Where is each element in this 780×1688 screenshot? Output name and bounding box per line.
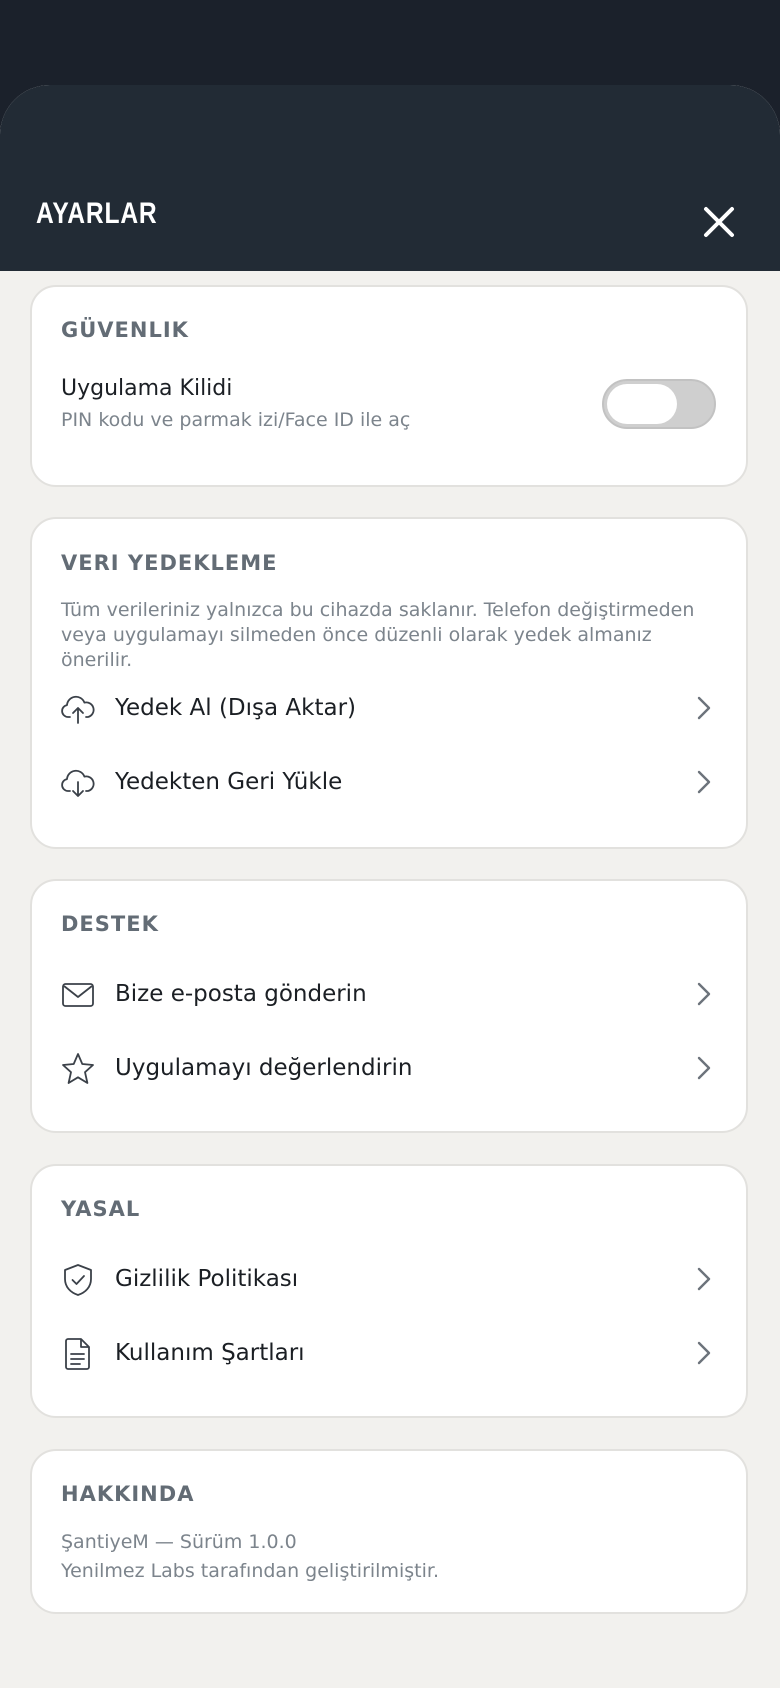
cloud-upload-icon [60,691,96,727]
support-card: DESTEK Bize e-posta gönderin Uygulamayı … [30,879,748,1133]
cloud-download-icon [60,765,96,801]
settings-sheet: AYARLAR GÜVENLIK Uygulama Kilidi PIN kod… [0,85,780,1688]
rate-app-label: Uygulamayı değerlendirin [115,1055,413,1081]
privacy-policy-label: Gizlilik Politikası [115,1266,299,1292]
security-card: GÜVENLIK Uygulama Kilidi PIN kodu ve par… [30,285,748,487]
chevron-right-icon [692,1339,716,1367]
legal-card: YASAL Gizlilik Politikası Kullanım Şartl… [30,1164,748,1418]
backup-restore-row[interactable]: Yedekten Geri Yükle [32,748,746,818]
about-card: HAKKINDA ŞantiyeM — Sürüm 1.0.0 Yenilmez… [30,1449,748,1614]
terms-of-use-label: Kullanım Şartları [115,1340,305,1366]
mail-icon [60,977,96,1013]
settings-header: AYARLAR [0,85,780,271]
terms-of-use-row[interactable]: Kullanım Şartları [32,1319,746,1389]
developer-credit: Yenilmez Labs tarafından geliştirilmişti… [61,1560,439,1582]
privacy-policy-row[interactable]: Gizlilik Politikası [32,1245,746,1315]
app-lock-toggle[interactable] [602,379,716,429]
section-title-backup: VERI YEDEKLEME [61,551,278,575]
email-support-row[interactable]: Bize e-posta gönderin [32,960,746,1030]
close-button[interactable] [698,201,740,243]
section-title-about: HAKKINDA [61,1482,195,1506]
close-icon [704,207,734,237]
rate-app-row[interactable]: Uygulamayı değerlendirin [32,1034,746,1104]
chevron-right-icon [692,768,716,796]
section-title-security: GÜVENLIK [61,318,189,342]
star-icon [60,1051,96,1087]
backup-description: Tüm verileriniz yalnızca bu cihazda sakl… [61,599,695,671]
app-version: ŞantiyeM — Sürüm 1.0.0 [61,1531,297,1553]
section-title-legal: YASAL [61,1197,141,1221]
backup-card: VERI YEDEKLEME Tüm verileriniz yalnızca … [30,517,748,849]
shield-check-icon [60,1262,96,1298]
chevron-right-icon [692,980,716,1008]
backup-export-row[interactable]: Yedek Al (Dışa Aktar) [32,674,746,744]
email-support-label: Bize e-posta gönderin [115,981,367,1007]
toggle-knob [607,384,677,424]
backup-restore-label: Yedekten Geri Yükle [115,769,343,795]
chevron-right-icon [692,694,716,722]
chevron-right-icon [692,1265,716,1293]
section-title-support: DESTEK [61,912,159,936]
document-icon [60,1336,96,1372]
page-title: AYARLAR [36,197,158,230]
app-lock-label: Uygulama Kilidi [61,376,233,401]
chevron-right-icon [692,1054,716,1082]
backup-export-label: Yedek Al (Dışa Aktar) [115,695,357,721]
